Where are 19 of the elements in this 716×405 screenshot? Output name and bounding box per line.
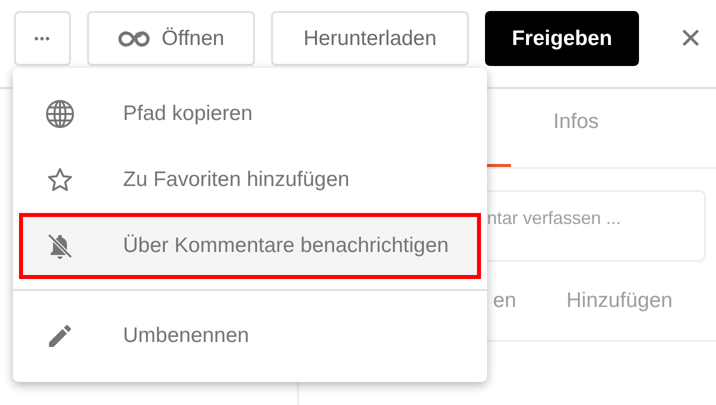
open-button[interactable]: Öffnen (87, 11, 255, 66)
star-icon (45, 167, 75, 193)
menu-item-label: Pfad kopieren (123, 102, 253, 126)
close-button[interactable]: ✕ (673, 22, 708, 55)
bell-off-icon (45, 232, 75, 260)
action-button[interactable]: en (493, 289, 516, 313)
tab[interactable]: Infos (511, 89, 641, 167)
menu-item[interactable]: Pfad kopieren (19, 81, 481, 147)
menu-item-label: Über Kommentare benachrichtigen (123, 234, 449, 258)
globe-icon (45, 99, 75, 129)
share-button[interactable]: Freigeben (485, 11, 639, 66)
more-button[interactable]: ••• (14, 11, 71, 66)
menu-item[interactable]: Umbenennen (19, 303, 481, 369)
loop-icon (118, 28, 152, 48)
action-button[interactable]: Hinzufügen (566, 289, 673, 313)
download-button[interactable]: Herunterladen (271, 11, 469, 66)
menu-item-label: Zu Favoriten hinzufügen (123, 168, 350, 192)
menu-item-label: Umbenennen (123, 324, 250, 348)
menu-item[interactable]: Über Kommentare benachrichtigen (19, 213, 481, 279)
